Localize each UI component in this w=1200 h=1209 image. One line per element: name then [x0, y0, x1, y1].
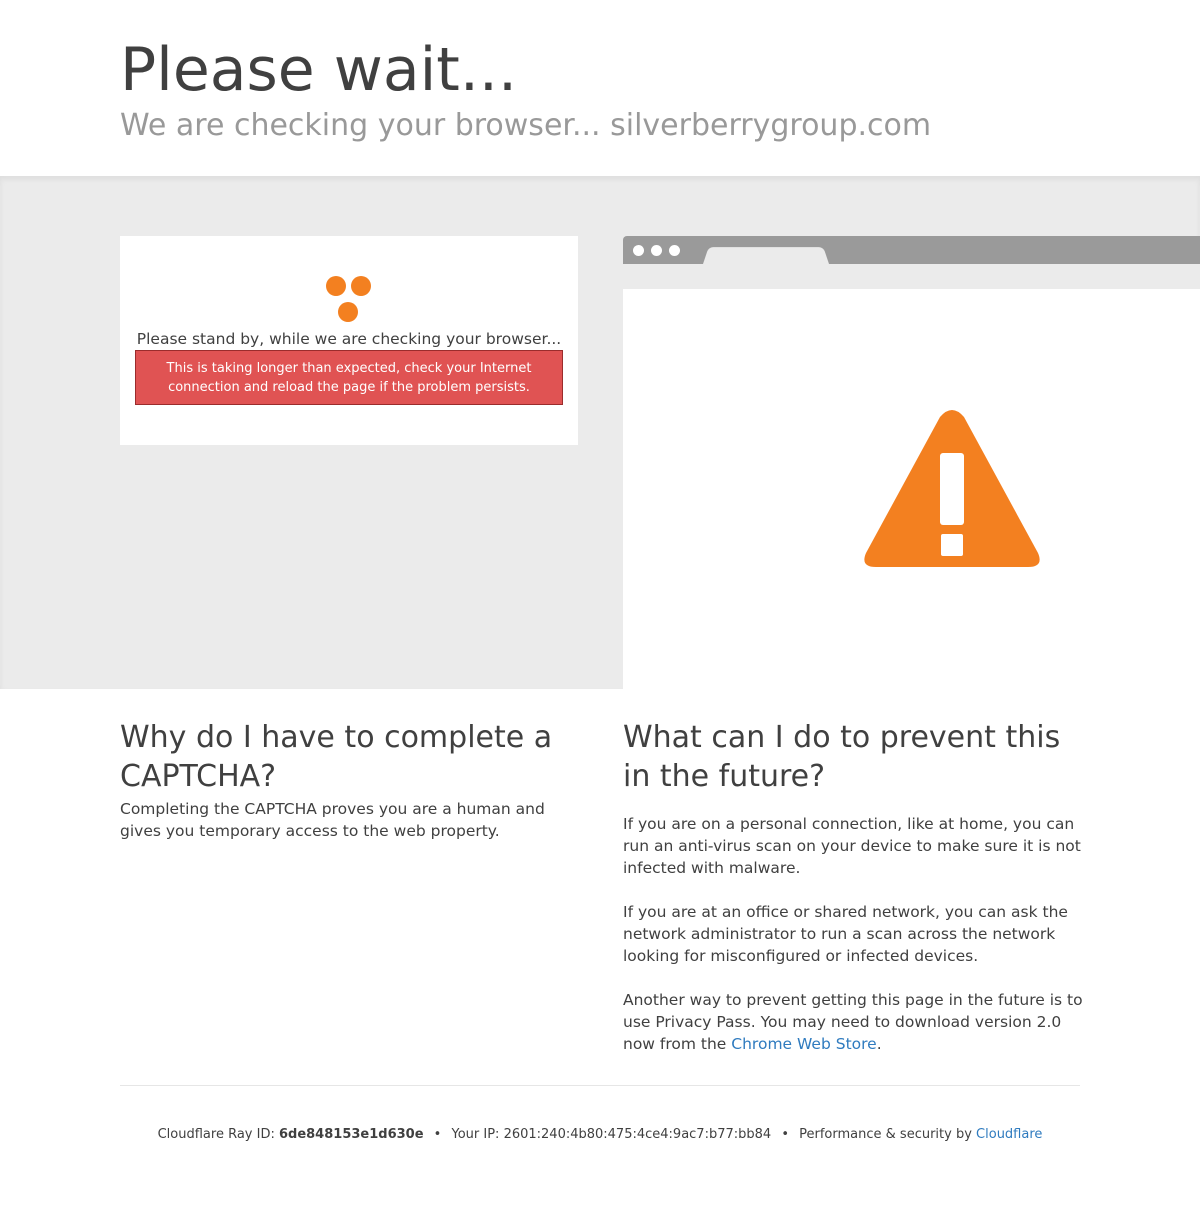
prevent-paragraph-3: Another way to prevent getting this page…: [623, 991, 1083, 1053]
chrome-web-store-link[interactable]: Chrome Web Store: [731, 1035, 876, 1053]
performance-label: Performance & security by: [799, 1127, 977, 1142]
error-message: This is taking longer than expected, che…: [135, 350, 563, 405]
page-subtitle: We are checking your browser... silverbe…: [120, 108, 932, 143]
loading-dots-icon: [326, 276, 372, 322]
prevent-paragraph-2: If you are at an office or shared networ…: [623, 903, 1068, 965]
page-title: Please wait...: [120, 35, 518, 105]
footer-divider: [120, 1085, 1080, 1086]
warning-triangle-icon: [864, 410, 1040, 567]
why-captcha-heading: Why do I have to complete a CAPTCHA?: [120, 720, 553, 794]
ray-id-label: Cloudflare Ray ID:: [157, 1127, 279, 1142]
browser-tab-shape: [703, 247, 829, 264]
page-footer: Cloudflare Ray ID: 6de848153e1d630e • Yo…: [0, 1125, 1200, 1145]
cloudflare-link[interactable]: Cloudflare: [976, 1127, 1042, 1142]
browser-illustration-window: [623, 289, 1200, 689]
window-dot-icon: [651, 245, 662, 256]
footer-separator: •: [781, 1127, 789, 1142]
prevent-heading: What can I do to prevent this in the fut…: [623, 720, 1061, 794]
ip-label: Your IP:: [451, 1127, 504, 1142]
prevent-paragraph-1: If you are on a personal connection, lik…: [623, 815, 1081, 877]
window-dot-icon: [633, 245, 644, 256]
window-dot-icon: [669, 245, 680, 256]
footer-separator: •: [433, 1127, 442, 1142]
prevent-section: What can I do to prevent this in the fut…: [623, 718, 1083, 1055]
page-header: Please wait... We are checking your brow…: [0, 0, 1200, 176]
challenge-card: Please stand by, while we are checking y…: [120, 236, 578, 445]
standby-message: Please stand by, while we are checking y…: [136, 330, 562, 348]
browser-illustration-strip: [623, 264, 1200, 289]
why-captcha-text: Completing the CAPTCHA proves you are a …: [120, 800, 545, 840]
why-captcha-section: Why do I have to complete a CAPTCHA? Com…: [120, 718, 580, 842]
ip-value: 2601:240:4b80:475:4ce4:9ac7:b77:bb84: [503, 1127, 772, 1142]
browser-illustration-bar: [623, 236, 1200, 264]
ray-id-value: 6de848153e1d630e: [278, 1127, 424, 1142]
